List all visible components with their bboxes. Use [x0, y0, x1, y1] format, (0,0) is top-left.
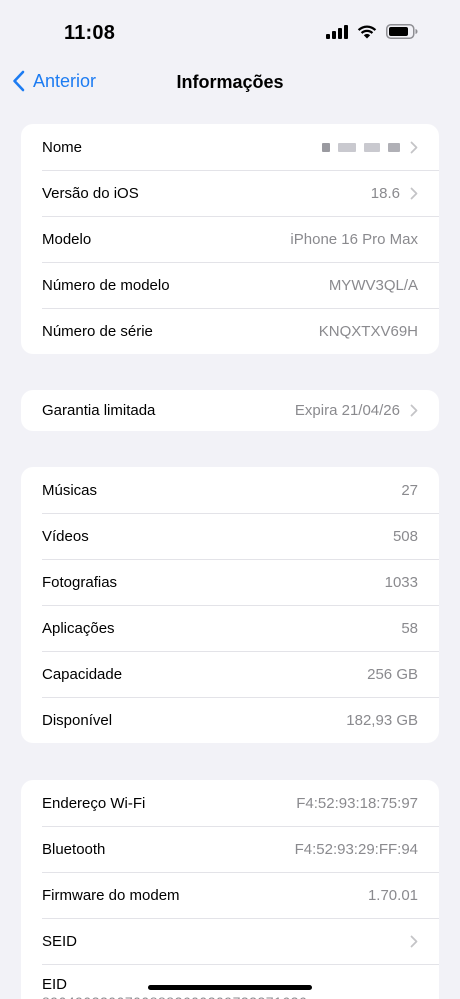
status-time: 11:08 — [64, 22, 116, 44]
row-apps: Aplicações 58 — [21, 605, 439, 651]
wifi-address-label: Endereço Wi-Fi — [42, 794, 146, 812]
device-info-group: Nome Versão do iOS 18.6 Modelo iPhone 16… — [21, 124, 439, 354]
page-title: Informações — [176, 72, 284, 92]
seid-label: SEID — [42, 932, 78, 950]
warranty-value: Expira 21/04/26 — [294, 402, 400, 419]
chevron-right-icon — [410, 187, 418, 200]
name-label: Nome — [42, 138, 83, 156]
apps-label: Aplicações — [42, 619, 115, 637]
bluetooth-value: F4:52:93:29:FF:94 — [294, 840, 418, 858]
capacity-label: Capacidade — [42, 665, 123, 683]
cellular-signal-icon — [326, 24, 348, 39]
chevron-right-icon — [410, 141, 418, 154]
model-number-label: Número de modelo — [42, 276, 170, 294]
row-bluetooth: Bluetooth F4:52:93:29:FF:94 — [21, 826, 439, 872]
modem-firmware-value: 1.70.01 — [367, 886, 418, 904]
model-label: Modelo — [42, 230, 92, 248]
status-icons — [326, 24, 418, 39]
model-number-value: MYWV3QL/A — [328, 276, 418, 294]
available-label: Disponível — [42, 711, 113, 729]
eid-value: 89049032007008882600209732371626 — [42, 994, 307, 999]
warranty-label: Garantia limitada — [42, 402, 156, 419]
network-group: Endereço Wi-Fi F4:52:93:18:75:97 Bluetoo… — [21, 780, 439, 999]
videos-value: 508 — [392, 527, 418, 545]
home-indicator[interactable] — [148, 985, 312, 990]
row-name[interactable]: Nome — [21, 124, 439, 170]
available-value: 182,93 GB — [346, 711, 418, 729]
chevron-right-icon — [410, 935, 418, 948]
photos-value: 1033 — [384, 573, 418, 591]
row-model-number[interactable]: Número de modelo MYWV3QL/A — [21, 262, 439, 308]
model-value: iPhone 16 Pro Max — [290, 230, 418, 248]
modem-firmware-label: Firmware do modem — [42, 886, 180, 904]
row-model: Modelo iPhone 16 Pro Max — [21, 216, 439, 262]
row-photos: Fotografias 1033 — [21, 559, 439, 605]
capacity-value: 256 GB — [367, 665, 418, 683]
serial-number-label: Número de série — [42, 322, 153, 340]
serial-number-value: KNQXTXV69H — [318, 322, 418, 340]
songs-label: Músicas — [42, 481, 98, 499]
row-videos: Vídeos 508 — [21, 513, 439, 559]
row-ios-version[interactable]: Versão do iOS 18.6 — [21, 170, 439, 216]
row-seid[interactable]: SEID — [21, 918, 439, 964]
apps-value: 58 — [401, 619, 418, 637]
row-serial-number: Número de série KNQXTXV69H — [21, 308, 439, 354]
wifi-address-value: F4:52:93:18:75:97 — [296, 794, 418, 812]
warranty-group: Garantia limitada Expira 21/04/26 — [21, 390, 439, 431]
photos-label: Fotografias — [42, 573, 118, 591]
ios-version-value: 18.6 — [370, 184, 400, 202]
bluetooth-label: Bluetooth — [42, 840, 106, 858]
songs-value: 27 — [401, 481, 418, 499]
name-value-redacted — [322, 142, 400, 152]
row-eid: EID 89049032007008882600209732371626 — [21, 964, 439, 999]
eid-label: EID — [42, 976, 68, 993]
media-storage-group: Músicas 27 Vídeos 508 Fotografias 1033 A… — [21, 467, 439, 743]
row-available: Disponível 182,93 GB — [21, 697, 439, 743]
row-capacity: Capacidade 256 GB — [21, 651, 439, 697]
videos-label: Vídeos — [42, 527, 89, 545]
wifi-icon — [357, 25, 377, 39]
row-songs: Músicas 27 — [21, 467, 439, 513]
row-warranty[interactable]: Garantia limitada Expira 21/04/26 — [21, 390, 439, 431]
chevron-right-icon — [410, 404, 418, 417]
battery-icon — [386, 24, 418, 39]
row-modem-firmware: Firmware do modem 1.70.01 — [21, 872, 439, 918]
navigation-bar: Anterior Informações — [0, 62, 460, 106]
status-bar: 11:08 — [0, 0, 460, 62]
row-wifi-address: Endereço Wi-Fi F4:52:93:18:75:97 — [21, 780, 439, 826]
ios-version-label: Versão do iOS — [42, 184, 139, 202]
